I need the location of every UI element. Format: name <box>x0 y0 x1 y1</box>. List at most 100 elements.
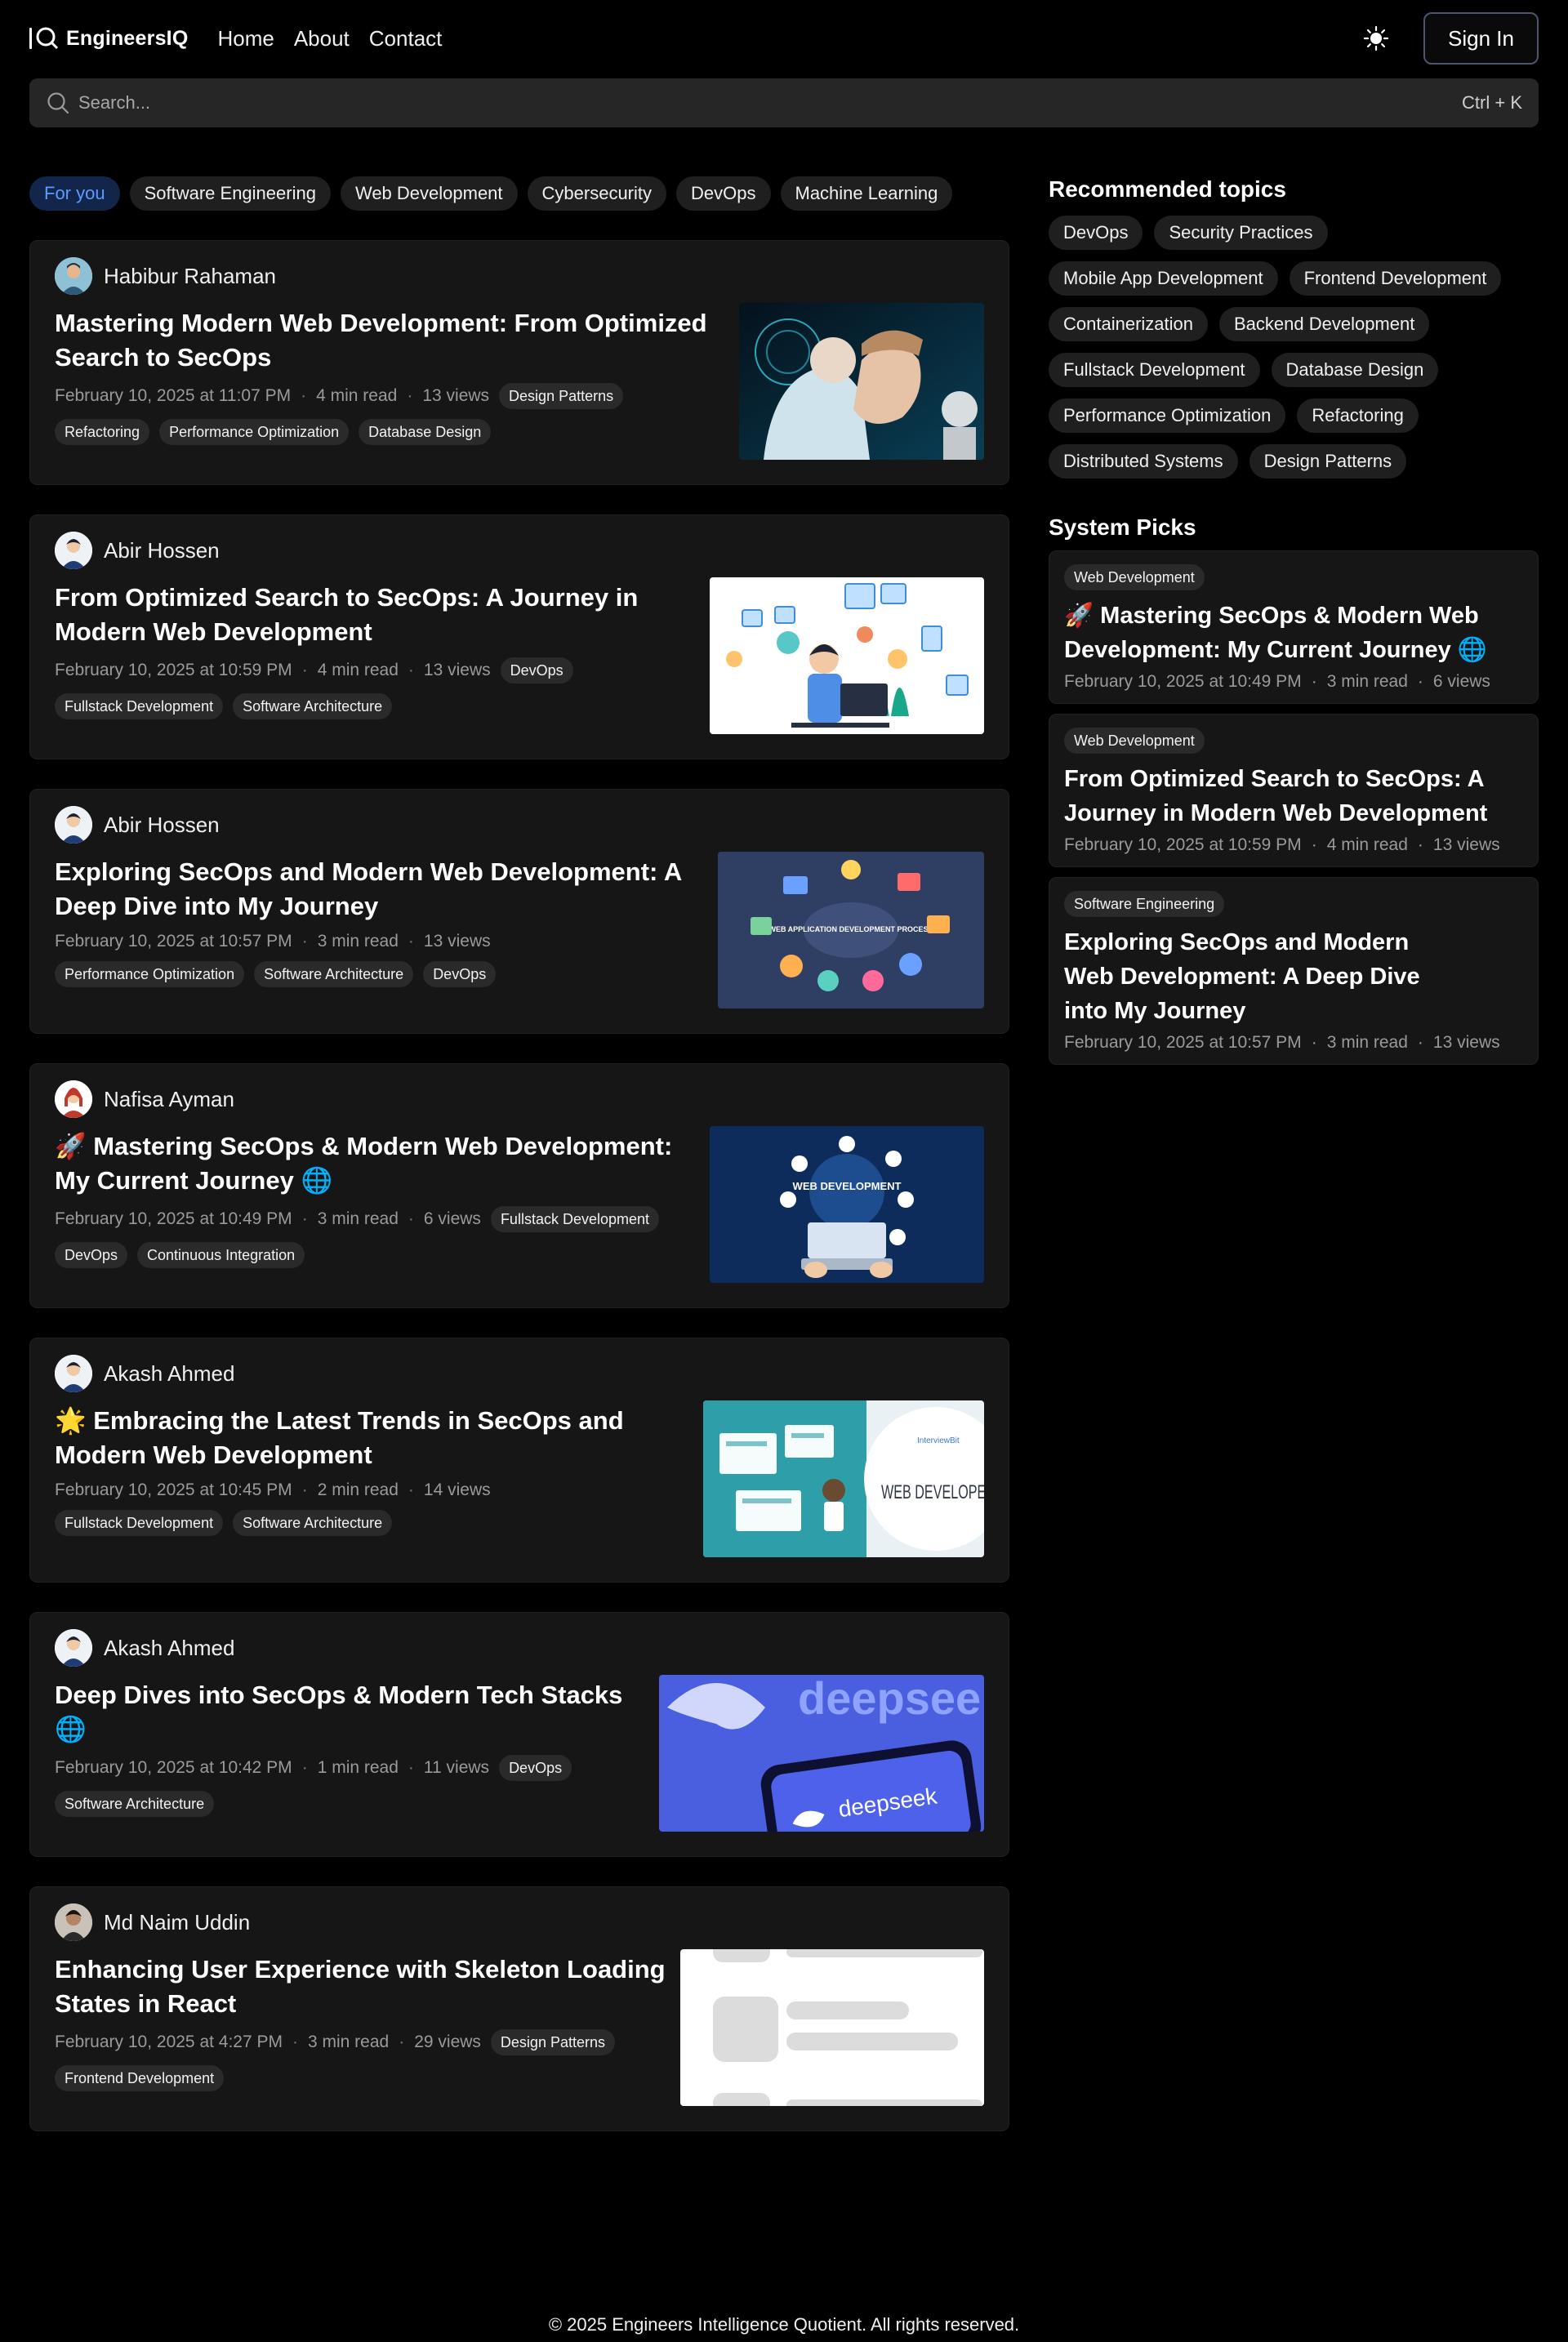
nav-about[interactable]: About <box>294 26 350 51</box>
topic-chip[interactable]: Design Patterns <box>1249 444 1407 479</box>
post-thumbnail[interactable] <box>710 577 984 734</box>
post-thumbnail[interactable]: InterviewBit WEB DEVELOPER <box>703 1400 984 1557</box>
nav-contact[interactable]: Contact <box>369 26 443 51</box>
pick-category-tag[interactable]: Software Engineering <box>1064 891 1225 917</box>
post-card[interactable]: Habibur Rahaman Mastering Modern Web Dev… <box>29 240 1009 485</box>
post-tag[interactable]: Software Architecture <box>55 1791 215 1817</box>
theme-toggle-button[interactable] <box>1361 24 1391 53</box>
separator: · <box>292 2033 298 2051</box>
post-author[interactable]: Md Naim Uddin <box>55 1903 984 1941</box>
post-title[interactable]: Exploring SecOps and Modern Web Developm… <box>55 855 692 924</box>
post-title[interactable]: From Optimized Search to SecOps: A Journ… <box>55 581 675 649</box>
post-views: 13 views <box>423 932 491 951</box>
post-card[interactable]: Abir Hossen From Optimized Search to Sec… <box>29 514 1009 759</box>
post-card[interactable]: Nafisa Ayman 🚀 Mastering SecOps & Modern… <box>29 1063 1009 1308</box>
post-card[interactable]: Md Naim Uddin Enhancing User Experience … <box>29 1886 1009 2131</box>
filter-devops[interactable]: DevOps <box>676 176 771 211</box>
post-thumbnail[interactable]: WEB DEVELOPMENT <box>710 1126 984 1283</box>
post-title[interactable]: Deep Dives into SecOps & Modern Tech Sta… <box>55 1678 626 1747</box>
footer-copyright: © 2025 Engineers Intelligence Quotient. … <box>548 2314 1020 2335</box>
pick-category-tag[interactable]: Web Development <box>1064 728 1205 754</box>
filter-web-development[interactable]: Web Development <box>340 176 518 211</box>
post-author[interactable]: Abir Hossen <box>55 532 984 569</box>
thumbnail-text: WEB DEVELOPMENT <box>793 1180 902 1192</box>
post-meta: February 10, 2025 at 10:59 PM · 4 min rea… <box>55 657 675 683</box>
post-tag[interactable]: Fullstack Development <box>490 1206 660 1232</box>
topic-chip[interactable]: DevOps <box>1049 216 1143 250</box>
pick-title[interactable]: 🚀 Mastering SecOps & Modern Web Developm… <box>1064 599 1523 667</box>
post-title[interactable]: Enhancing User Experience with Skeleton … <box>55 1952 675 2021</box>
post-tag[interactable]: DevOps <box>55 1242 128 1268</box>
separator: · <box>1417 835 1423 854</box>
topic-chip[interactable]: Refactoring <box>1297 398 1419 433</box>
filter-for-you[interactable]: For you <box>29 176 120 211</box>
post-tag[interactable]: Performance Optimization <box>55 961 245 987</box>
filter-software-engineering[interactable]: Software Engineering <box>129 176 331 211</box>
post-card[interactable]: Akash Ahmed 🌟 Embracing the Latest Trend… <box>29 1338 1009 1583</box>
post-read-time: 4 min read <box>316 386 398 405</box>
search-input[interactable] <box>78 92 1463 114</box>
post-tag[interactable]: Fullstack Development <box>55 693 224 719</box>
post-author[interactable]: Habibur Rahaman <box>55 257 984 295</box>
filter-cybersecurity[interactable]: Cybersecurity <box>527 176 667 211</box>
separator: · <box>301 932 308 951</box>
post-views: 6 views <box>423 1209 481 1228</box>
post-thumbnail[interactable]: WEB APPLICATION DEVELOPMENT PROCESS <box>718 852 984 1008</box>
post-tag[interactable]: Refactoring <box>55 419 150 445</box>
post-author[interactable]: Akash Ahmed <box>55 1629 984 1667</box>
post-card[interactable]: Akash Ahmed Deep Dives into SecOps & Mod… <box>29 1612 1009 1857</box>
topic-chip[interactable]: Frontend Development <box>1289 261 1502 296</box>
post-tag[interactable]: DevOps <box>500 657 573 683</box>
post-title[interactable]: 🌟 Embracing the Latest Trends in SecOps … <box>55 1404 675 1472</box>
post-tag[interactable]: DevOps <box>499 1755 572 1781</box>
separator: · <box>1417 672 1423 691</box>
system-pick-card[interactable]: Web Development 🚀 Mastering SecOps & Mod… <box>1049 550 1539 704</box>
post-author[interactable]: Nafisa Ayman <box>55 1080 984 1118</box>
topic-chip[interactable]: Backend Development <box>1218 307 1430 341</box>
topic-chip[interactable]: Containerization <box>1049 307 1208 341</box>
topic-chip[interactable]: Database Design <box>1271 353 1439 387</box>
topic-chip[interactable]: Security Practices <box>1154 216 1328 250</box>
pick-views: 6 views <box>1432 672 1490 691</box>
pick-title[interactable]: Exploring SecOps and Modern Web Developm… <box>1064 925 1456 1028</box>
system-pick-card[interactable]: Software Engineering Exploring SecOps an… <box>1049 877 1539 1065</box>
author-name: Abir Hossen <box>104 812 220 837</box>
topic-chip[interactable]: Mobile App Development <box>1049 261 1278 296</box>
post-tag[interactable]: Software Architecture <box>233 1510 393 1536</box>
pick-title[interactable]: From Optimized Search to SecOps: A Journ… <box>1064 762 1523 830</box>
post-title[interactable]: 🚀 Mastering SecOps & Modern Web Developm… <box>55 1129 692 1198</box>
post-tag[interactable]: Continuous Integration <box>137 1242 305 1268</box>
logo-icon <box>29 26 60 51</box>
logo[interactable]: EngineersIQ <box>29 26 188 51</box>
post-author[interactable]: Abir Hossen <box>55 806 984 844</box>
post-tag[interactable]: DevOps <box>423 961 497 987</box>
search-bar[interactable]: Ctrl + K <box>29 78 1539 127</box>
post-thumbnail[interactable] <box>680 1949 984 2106</box>
post-tag[interactable]: Frontend Development <box>55 2065 225 2091</box>
post-tag[interactable]: Design Patterns <box>490 2029 615 2055</box>
post-tag[interactable]: Fullstack Development <box>55 1510 224 1536</box>
topic-chip[interactable]: Distributed Systems <box>1049 444 1238 479</box>
separator: · <box>408 932 414 951</box>
system-pick-card[interactable]: Web Development From Optimized Search to… <box>1049 714 1539 867</box>
post-date: February 10, 2025 at 10:57 PM <box>55 932 292 951</box>
post-author[interactable]: Akash Ahmed <box>55 1355 984 1392</box>
post-tag[interactable]: Performance Optimization <box>159 419 350 445</box>
post-tag[interactable]: Design Patterns <box>499 383 624 409</box>
post-tag[interactable]: Software Architecture <box>233 693 393 719</box>
nav-home[interactable]: Home <box>217 26 274 51</box>
pick-read-time: 3 min read <box>1326 672 1408 691</box>
sign-in-button[interactable]: Sign In <box>1423 12 1539 65</box>
post-date: February 10, 2025 at 10:42 PM <box>55 1758 292 1777</box>
topic-chip[interactable]: Performance Optimization <box>1049 398 1286 433</box>
post-tag[interactable]: Database Design <box>359 419 492 445</box>
post-title[interactable]: Mastering Modern Web Development: From O… <box>55 306 724 375</box>
pick-category-tag[interactable]: Web Development <box>1064 564 1205 590</box>
topic-chip[interactable]: Fullstack Development <box>1049 353 1260 387</box>
post-card[interactable]: Abir Hossen Exploring SecOps and Modern … <box>29 789 1009 1034</box>
pick-meta: February 10, 2025 at 10:49 PM · 3 min rea… <box>1064 672 1523 692</box>
post-thumbnail[interactable] <box>739 303 984 460</box>
filter-machine-learning[interactable]: Machine Learning <box>780 176 953 211</box>
post-thumbnail[interactable]: deepseek deepseek <box>659 1675 984 1832</box>
post-tag[interactable]: Software Architecture <box>254 961 414 987</box>
